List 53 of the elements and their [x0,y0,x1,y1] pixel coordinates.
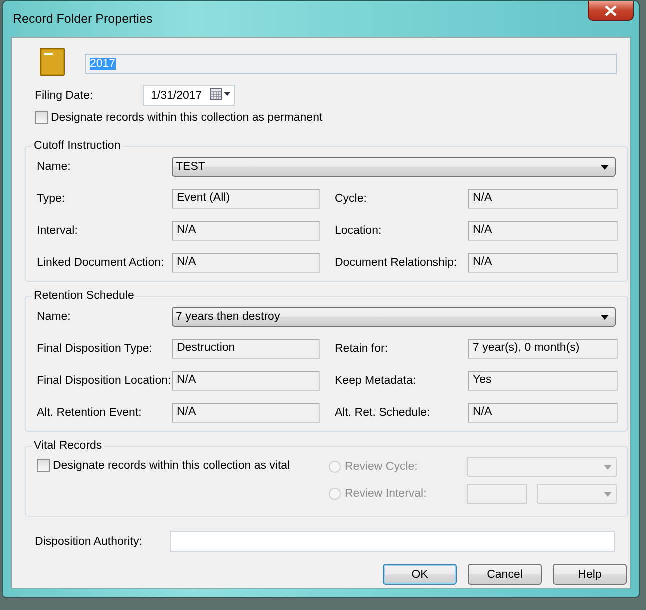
field-label: Final Disposition Location: [37,374,172,387]
field-label: Location: [335,224,383,237]
folder-icon [40,48,65,76]
disposition-authority-field[interactable] [170,531,615,552]
name-dropdown[interactable]: 7 years then destroy [172,307,616,327]
dropdown[interactable] [537,484,617,504]
field-label: Interval: [37,224,79,237]
readonly-field: N/A [172,221,320,241]
field-label: Linked Document Action: [37,256,166,269]
checkbox-label: Designate records within this collection as vital [53,460,290,472]
checkbox-label: Designate records within this collection as permanent [51,112,323,124]
close-button[interactable] [588,1,634,21]
dropdown-arrow-icon [601,315,609,320]
number-field[interactable] [467,484,527,504]
dropdown-arrow-icon [604,464,612,470]
window-title: Record Folder Properties [13,12,153,26]
dropdown-arrow-icon [604,492,612,496]
radio-label: Review Cycle: [345,461,418,473]
radio-label: Review Interval: [345,488,427,500]
readonly-field: 7 year(s), 0 month(s) [468,339,618,359]
dialog-button[interactable]: Cancel [468,564,542,585]
readonly-field: N/A [172,253,320,273]
field-label: Alt. Retention Event: [37,406,143,419]
readonly-field: N/A [468,403,618,423]
field-label: Name: [37,311,72,323]
name-dropdown[interactable]: TEST [172,157,616,177]
checkbox[interactable] [35,111,48,124]
readonly-field: N/A [468,221,618,241]
readonly-field: Event (All) [172,189,320,209]
dialog-button[interactable]: OK [383,564,457,585]
readonly-field: N/A [172,403,320,423]
field-label: Alt. Ret. Schedule: [335,406,432,419]
readonly-field: N/A [468,189,618,209]
field-label: Keep Metadata: [335,374,418,387]
field-label: Name: [37,161,72,173]
field-label: Disposition Authority: [35,536,144,548]
readonly-field: N/A [468,253,618,273]
field-label: Retain for: [335,342,390,355]
close-icon [605,6,617,16]
dropdown[interactable] [467,457,617,477]
readonly-field: Destruction [172,339,320,359]
field-label: Cycle: [335,192,368,205]
calendar-icon[interactable] [210,88,232,100]
field-label: Type: [37,192,66,205]
field-label: Final Disposition Type: [37,342,154,355]
checkbox[interactable] [37,459,50,472]
readonly-field: N/A [172,371,320,391]
date-field[interactable]: 1/31/2017 [143,85,235,106]
dropdown-arrow-icon [601,165,609,170]
field-label: Document Relationship: [335,256,458,269]
readonly-field: Yes [468,371,618,391]
field-label: Filing Date: [35,90,94,102]
dialog-button[interactable]: Help [553,564,627,585]
